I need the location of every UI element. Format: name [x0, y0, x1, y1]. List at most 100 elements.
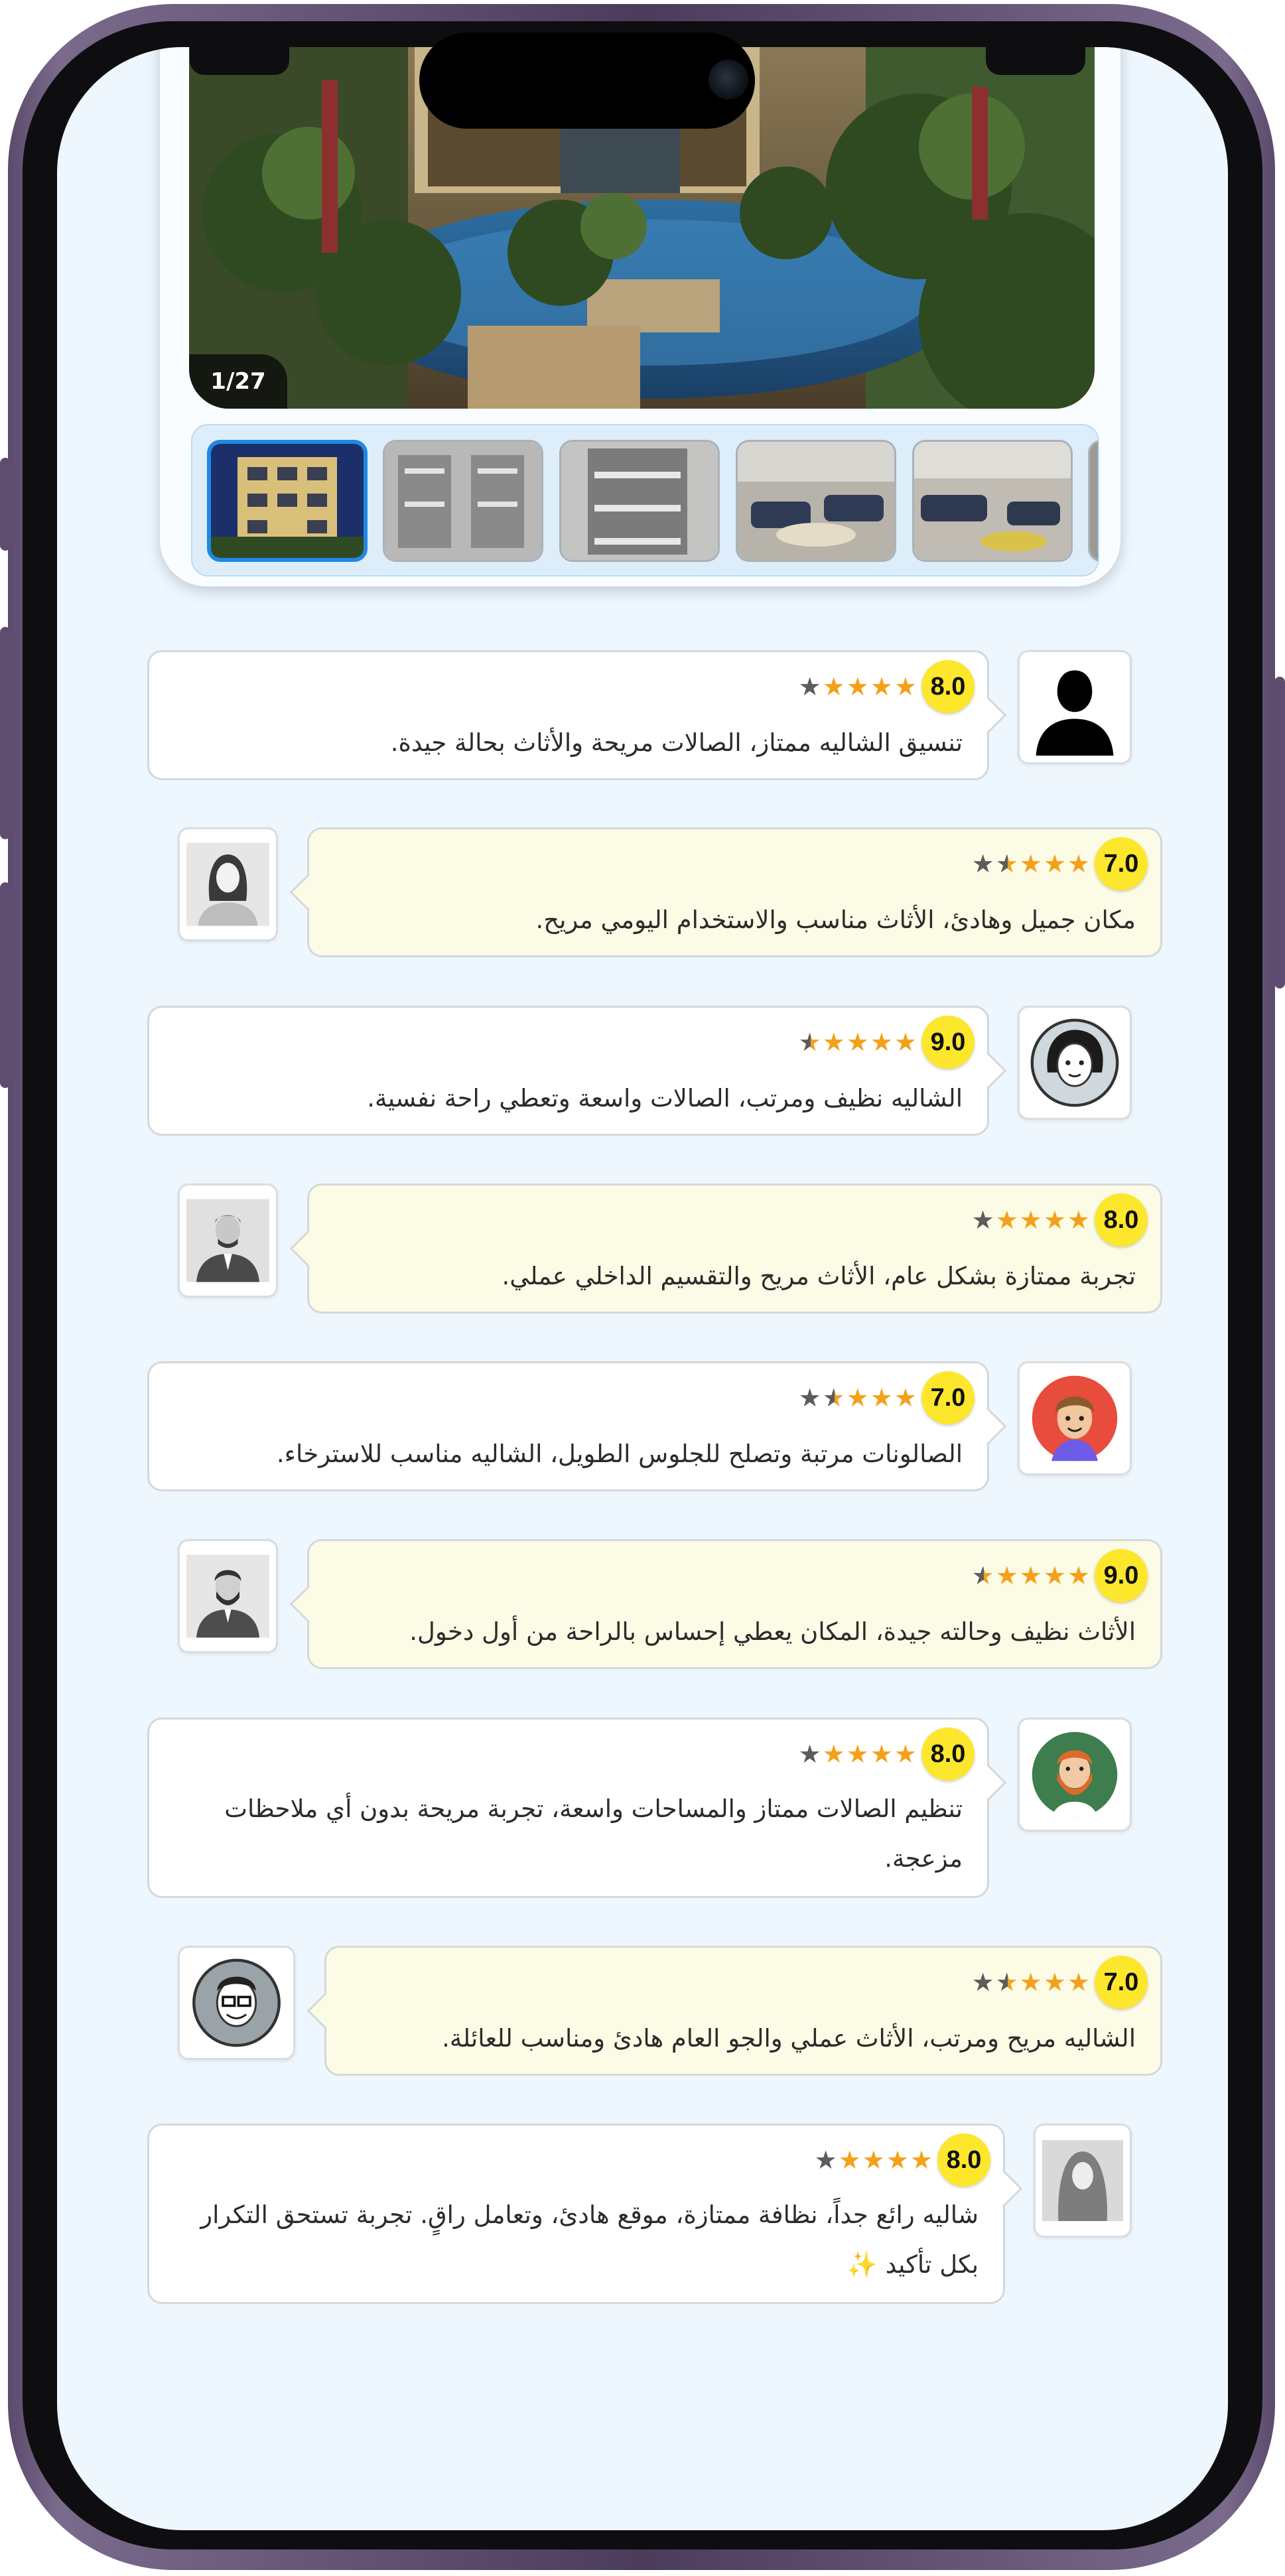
rating-score-badge: 9.0 — [921, 1016, 975, 1069]
star-icon: ★ — [822, 1028, 846, 1057]
review-text: مكان جميل وهادئ، الأثاث مناسب والاستخدام… — [334, 894, 1136, 947]
rating-score-badge: 8.0 — [921, 1728, 975, 1781]
volume-down-button — [0, 882, 11, 1088]
avatar-man-gray-beard — [178, 1539, 278, 1653]
review-text-content: مكان جميل وهادئ، الأثاث مناسب والاستخدام… — [535, 906, 1136, 934]
star-icon: ★ — [1043, 1968, 1067, 1997]
review-text-content: تنسيق الشاليه ممتاز، الصالات مريحة والأث… — [390, 728, 963, 757]
star-icon: ★ — [846, 1383, 870, 1412]
star-icon: ★ — [870, 1383, 894, 1412]
sparkle-icon: ✨ — [846, 2250, 886, 2279]
star-icon: ★ — [1043, 849, 1067, 878]
review-text: الشاليه مريح ومرتب، الأثاث عملي والجو ال… — [351, 2012, 1136, 2065]
star-icon: ★ — [995, 1561, 1020, 1590]
star-icon: ★ — [1019, 849, 1044, 878]
action-button — [0, 458, 11, 551]
star-icon: ★ — [894, 1383, 918, 1412]
avatar-woman-hijab — [1034, 2124, 1132, 2238]
corner-cutout-right — [986, 47, 1085, 75]
star-icon: ★ — [995, 1968, 1020, 1997]
star-icon: ★ — [838, 2145, 862, 2175]
star-icon: ★ — [798, 1383, 823, 1412]
star-icon: ★ — [995, 1205, 1020, 1235]
avatar-man-ginger-beard — [1018, 1718, 1132, 1832]
star-icon: ★ — [1019, 1968, 1044, 1997]
star-icon: ★ — [886, 2145, 910, 2175]
star-icon: ★ — [910, 2145, 934, 2175]
rating-score-badge: 7.0 — [1095, 1956, 1148, 2009]
thumbnail-strip[interactable] — [191, 424, 1099, 576]
thumbnail-balconies-side[interactable] — [559, 440, 720, 562]
star-rating: ★★★★★ — [811, 2147, 934, 2173]
star-rating: ★★★★★ — [969, 1207, 1091, 1233]
star-icon: ★ — [1067, 849, 1091, 878]
star-rating: ★★★★★ — [795, 1741, 918, 1767]
review-text-content: الشاليه مريح ومرتب، الأثاث عملي والجو ال… — [442, 2024, 1136, 2053]
thumbnail-partial[interactable] — [1088, 440, 1098, 562]
review-text-content: الشاليه نظيف ومرتب، الصالات واسعة وتعطي … — [367, 1084, 963, 1113]
rating-score-badge: 9.0 — [1095, 1549, 1148, 1602]
star-rating: ★★★★★ — [795, 673, 918, 700]
star-icon: ★ — [870, 1028, 894, 1057]
front-camera — [709, 60, 748, 100]
star-icon: ★ — [814, 2145, 839, 2175]
thumbnail-building-facade-night[interactable] — [207, 440, 368, 562]
star-icon: ★ — [1019, 1561, 1044, 1590]
avatar-man-gray-suit — [178, 1184, 278, 1298]
star-icon: ★ — [1067, 1561, 1091, 1590]
star-icon: ★ — [1019, 1205, 1044, 1235]
star-icon: ★ — [995, 849, 1020, 878]
star-icon: ★ — [870, 672, 894, 701]
star-icon: ★ — [971, 1205, 996, 1235]
star-icon: ★ — [862, 2145, 886, 2175]
review-text: تنسيق الشاليه ممتاز، الصالات مريحة والأث… — [174, 716, 963, 770]
star-icon: ★ — [870, 1739, 894, 1769]
avatar-woman-gray — [178, 827, 278, 941]
review-text-content: تنظيم الصالات ممتاز والمساحات واسعة، تجر… — [224, 1795, 963, 1873]
avatar-man-silhouette — [1018, 650, 1132, 764]
review-text: الأثاث نظيف وحالته جيدة، المكان يعطي إحس… — [334, 1605, 1136, 1659]
star-icon: ★ — [894, 1739, 918, 1769]
star-rating: ★★★★★ — [969, 850, 1091, 877]
star-icon: ★ — [894, 1028, 918, 1057]
star-rating: ★★★★★ — [969, 1562, 1091, 1589]
rating-score-badge: 8.0 — [937, 2134, 990, 2187]
thumbnail-living-room-wide[interactable] — [912, 440, 1073, 562]
corner-cutout-left — [190, 47, 289, 75]
star-icon: ★ — [798, 1028, 823, 1057]
volume-up-button — [0, 627, 11, 839]
dynamic-island — [419, 33, 755, 129]
star-icon: ★ — [971, 849, 996, 878]
review-text: تنظيم الصالات ممتاز والمساحات واسعة، تجر… — [174, 1784, 963, 1883]
star-icon: ★ — [798, 1739, 823, 1769]
star-icon: ★ — [822, 672, 846, 701]
rating-score-badge: 7.0 — [1095, 837, 1148, 890]
screen: 1/27 ★★★★★ 8.0 تنسيق الشاليه ممتاز، الصا… — [57, 47, 1228, 2530]
review-text-content: الأثاث نظيف وحالته جيدة، المكان يعطي إحس… — [409, 1617, 1136, 1646]
avatar-woman-cartoon — [1018, 1006, 1132, 1120]
star-icon: ★ — [1043, 1561, 1067, 1590]
thumbnail-balconies-facade[interactable] — [383, 440, 543, 562]
thumbnail-living-room-sofas[interactable] — [736, 440, 896, 562]
rating-score-badge: 8.0 — [1095, 1193, 1148, 1247]
star-icon: ★ — [894, 672, 918, 701]
review-text: الصالونات مرتبة وتصلح للجلوس الطويل، الش… — [174, 1428, 963, 1481]
review-text-content: الصالونات مرتبة وتصلح للجلوس الطويل، الش… — [276, 1440, 963, 1468]
rating-score-badge: 8.0 — [921, 660, 975, 713]
star-icon: ★ — [1067, 1205, 1091, 1235]
star-icon: ★ — [1043, 1205, 1067, 1235]
star-icon: ★ — [846, 672, 870, 701]
power-button — [1274, 677, 1285, 988]
star-rating: ★★★★★ — [795, 1029, 918, 1055]
rating-score-badge: 7.0 — [921, 1371, 975, 1424]
star-icon: ★ — [822, 1739, 846, 1769]
star-icon: ★ — [1067, 1968, 1091, 1997]
star-icon: ★ — [822, 1383, 846, 1412]
avatar-man-glasses — [178, 1946, 295, 2060]
star-rating: ★★★★★ — [795, 1385, 918, 1411]
review-text: شاليه رائع جداً، نظافة ممتازة، موقع هادئ… — [174, 2190, 979, 2289]
star-icon: ★ — [846, 1028, 870, 1057]
avatar-boy-red — [1018, 1361, 1132, 1475]
review-text-content: تجربة ممتازة بشكل عام، الأثاث مريح والتق… — [502, 1262, 1136, 1290]
star-icon: ★ — [798, 672, 823, 701]
